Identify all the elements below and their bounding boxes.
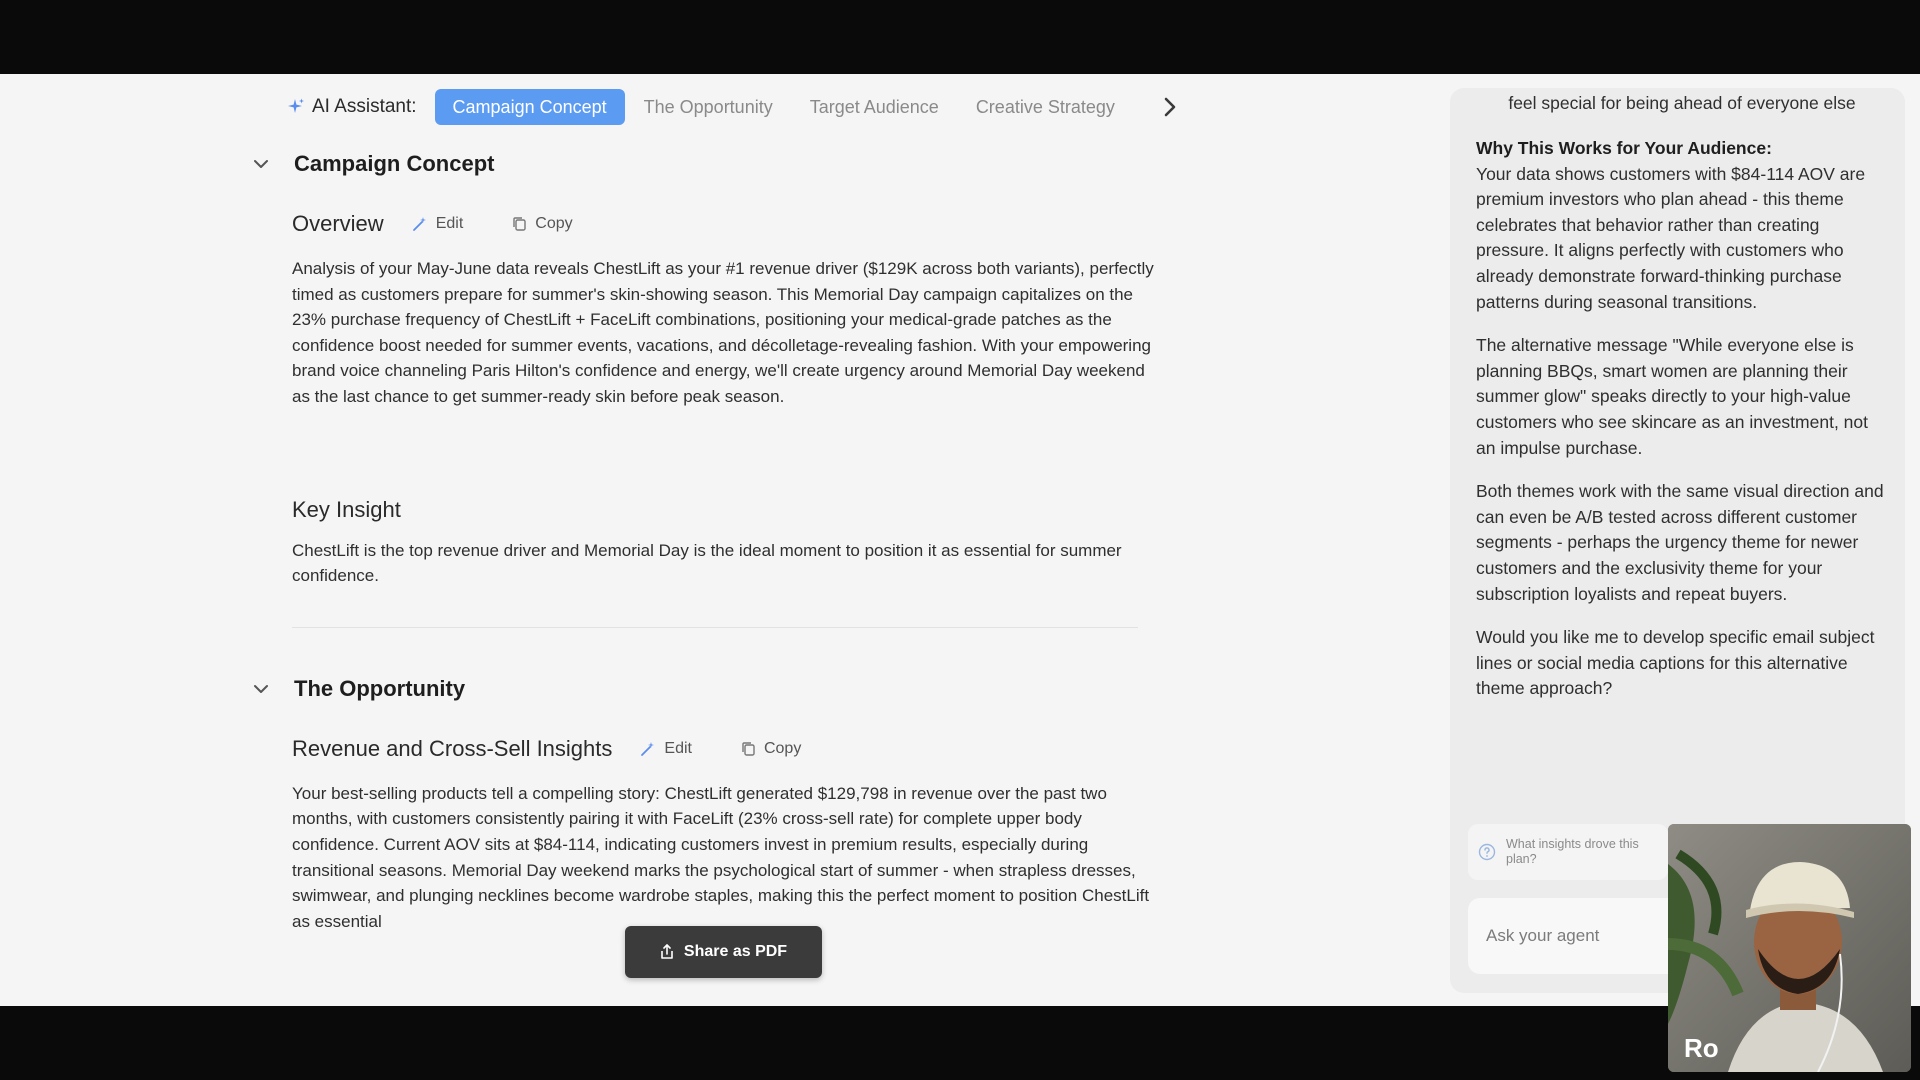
share-icon xyxy=(661,944,673,959)
overview-text: Analysis of your May-June data reveals C… xyxy=(292,259,1154,406)
help-circle-icon xyxy=(1478,843,1496,861)
chat-heading: Why This Works for Your Audience: xyxy=(1476,138,1772,158)
section-title: Campaign Concept xyxy=(294,151,495,176)
ai-assistant-label: AI Assistant: xyxy=(312,96,417,117)
magic-wand-icon xyxy=(641,741,655,756)
tab-campaign-concept[interactable]: Campaign Concept xyxy=(434,89,625,125)
chevron-down-icon[interactable] xyxy=(252,680,270,698)
tab-target-audience[interactable]: Target Audience xyxy=(792,89,957,125)
chat-message-paragraph: Would you like me to develop specific em… xyxy=(1476,627,1875,699)
main-content: Campaign Concept Overview Edit Copy Anal… xyxy=(250,144,1170,934)
subsection-title: Revenue and Cross-Sell Insights xyxy=(292,735,613,761)
sparkle-icon xyxy=(286,97,306,117)
suggestion-label: What insights drove this plan? xyxy=(1506,837,1639,866)
edit-button[interactable]: Edit xyxy=(412,215,464,233)
edit-button[interactable]: Edit xyxy=(640,740,692,758)
chat-text: Your data shows customers with $84-114 A… xyxy=(1476,163,1866,312)
participant-name: Ro xyxy=(1684,1033,1719,1063)
webcam-video-tile: Ro xyxy=(1668,824,1911,1072)
key-insight-text: ChestLift is the top revenue driver and … xyxy=(292,540,1122,586)
section-title: The Opportunity xyxy=(294,675,466,701)
chat-message-paragraph: Both themes work with the same visual di… xyxy=(1476,481,1884,604)
revenue-header: Revenue and Cross-Sell Insights Edit Cop… xyxy=(292,731,1170,767)
tab-creative-strategy[interactable]: Creative Strategy xyxy=(958,89,1133,125)
section-campaign-concept-header[interactable]: Campaign Concept xyxy=(250,144,1170,184)
chat-message-paragraph: Why This Works for Your Audience: Your d… xyxy=(1476,136,1888,315)
share-as-pdf-button[interactable]: Share as PDF xyxy=(625,926,822,978)
overview-header: Overview Edit Copy xyxy=(292,206,1170,242)
key-insight-header: Key Insight xyxy=(292,492,1170,528)
chat-messages[interactable]: feel special for being ahead of everyone… xyxy=(1476,88,1888,702)
copy-icon xyxy=(513,217,526,231)
revenue-text: Your best-selling products tell a compel… xyxy=(292,783,1150,931)
tab-the-opportunity[interactable]: The Opportunity xyxy=(626,89,791,125)
chat-message-paragraph: The alternative message "While everyone … xyxy=(1476,335,1868,458)
edit-label: Edit xyxy=(664,739,692,757)
section-opportunity-header[interactable]: The Opportunity xyxy=(250,669,1170,709)
copy-label: Copy xyxy=(763,739,802,757)
chevron-right-icon[interactable] xyxy=(1162,95,1180,119)
section-divider xyxy=(292,626,1138,628)
chevron-down-icon[interactable] xyxy=(252,155,270,173)
copy-icon xyxy=(742,742,755,756)
chat-message-fragment: feel special for being ahead of everyone… xyxy=(1508,93,1856,113)
copy-button[interactable]: Copy xyxy=(740,740,801,758)
subsection-title: Overview xyxy=(292,211,384,236)
share-label: Share as PDF xyxy=(683,943,788,960)
copy-button[interactable]: Copy xyxy=(511,215,573,233)
app-window: AI Assistant: Campaign Concept The Oppor… xyxy=(0,74,1920,1006)
section-tab-bar: AI Assistant: Campaign Concept The Oppor… xyxy=(286,88,1180,126)
magic-wand-icon xyxy=(412,217,426,231)
subsection-title: Key Insight xyxy=(292,496,401,522)
suggestion-chip[interactable]: What insights drove this plan? xyxy=(1468,824,1668,880)
copy-label: Copy xyxy=(535,215,573,232)
edit-label: Edit xyxy=(435,215,464,232)
